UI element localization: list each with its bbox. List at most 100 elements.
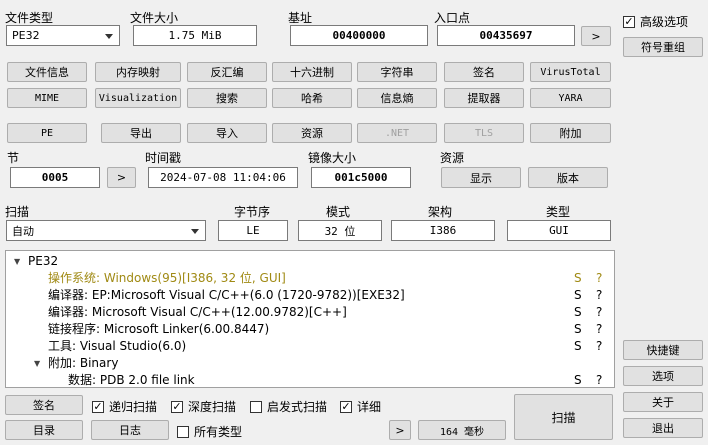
exit-button[interactable]: 退出 (623, 418, 703, 438)
recursive-scan-check-icon: ✓ (92, 399, 104, 413)
elapsed-time-button[interactable]: 164 毫秒 (418, 420, 506, 440)
type-field[interactable]: GUI (507, 220, 611, 241)
deep-scan-label: 深度扫描 (188, 400, 237, 414)
mode-label: 模式 (326, 205, 351, 219)
resources-label: 资源 (440, 151, 465, 165)
directory-button[interactable]: 目录 (5, 420, 83, 440)
scan-button[interactable]: 扫描 (514, 394, 613, 440)
hash-button[interactable]: 哈希 (272, 88, 352, 108)
all-types-checkbox[interactable]: 所有类型 (177, 423, 242, 440)
pe-button[interactable]: PE (7, 123, 87, 143)
type-label: 类型 (546, 205, 571, 219)
endianness-label: 字节序 (234, 205, 271, 219)
yara-button[interactable]: YARA (530, 88, 611, 108)
verbose-checkbox[interactable]: ✓ 详细 (340, 398, 381, 415)
tree-row[interactable]: 数据: PDB 2.0 file link S? (6, 372, 614, 387)
file-type-label: 文件类型 (5, 11, 54, 25)
tree-row[interactable]: 编译器: EP:Microsoft Visual C/C++(6.0 (1720… (6, 287, 614, 304)
tree-row-text: 工具: Visual Studio(6.0) (48, 339, 187, 353)
advanced-options-label: 高级选项 (640, 15, 689, 29)
export-button[interactable]: 导出 (101, 123, 181, 143)
file-size-label: 文件大小 (130, 11, 179, 25)
section-next-button[interactable]: > (107, 167, 136, 188)
options-button[interactable]: 选项 (623, 366, 703, 386)
signature-info-link[interactable]: S (574, 321, 582, 338)
timestamp-label: 时间戳 (145, 151, 182, 165)
section-label: 节 (7, 151, 20, 165)
chevron-down-icon (191, 228, 199, 234)
virustotal-button[interactable]: VirusTotal (530, 62, 611, 82)
expand-arrow-icon[interactable]: ▼ (34, 355, 40, 372)
version-button[interactable]: 版本 (528, 167, 608, 188)
tree-row-text: PE32 (28, 254, 59, 268)
symbols-button[interactable]: 符号重组 (623, 37, 703, 57)
search-button[interactable]: 搜索 (187, 88, 267, 108)
heuristic-scan-label: 启发式扫描 (267, 400, 328, 414)
file-size-field[interactable]: 1.75 MiB (133, 25, 257, 46)
show-resources-button[interactable]: 显示 (441, 167, 521, 188)
signature-info-link[interactable]: S (574, 287, 582, 304)
tree-row-text: 操作系统: Windows(95)[I386, 32 位, GUI] (48, 271, 286, 285)
advanced-options-check-icon: ✓ (623, 14, 635, 28)
disasm-button[interactable]: 反汇编 (187, 62, 267, 82)
entry-point-next-button[interactable]: > (581, 26, 611, 46)
tree-row[interactable]: 操作系统: Windows(95)[I386, 32 位, GUI] S? (6, 270, 614, 287)
dotnet-button[interactable]: .NET (357, 123, 437, 143)
file-type-select[interactable]: PE32 (6, 25, 120, 46)
recursive-scan-checkbox[interactable]: ✓ 递归扫描 (92, 398, 157, 415)
chevron-down-icon (105, 33, 113, 39)
timestamp-field[interactable]: 2024-07-08 11:04:06 (148, 167, 298, 188)
tls-button[interactable]: TLS (444, 123, 524, 143)
extractor-button[interactable]: 提取器 (444, 88, 524, 108)
file-info-button[interactable]: 文件信息 (7, 62, 87, 82)
tree-row[interactable]: 链接程序: Microsoft Linker(6.00.8447) S? (6, 321, 614, 338)
scan-mode-select[interactable]: 自动 (6, 220, 206, 241)
all-types-check-icon (177, 425, 189, 438)
entropy-button[interactable]: 信息熵 (357, 88, 437, 108)
arch-field[interactable]: I386 (391, 220, 495, 241)
tree-scrollbar[interactable] (602, 251, 614, 387)
tree-row[interactable]: ▼ PE32 (6, 253, 614, 270)
tree-row-text: 附加: Binary (48, 356, 119, 370)
advanced-options-checkbox[interactable]: ✓ 高级选项 (623, 13, 688, 30)
heuristic-scan-checkbox[interactable]: 启发式扫描 (250, 398, 327, 415)
import-button[interactable]: 导入 (187, 123, 267, 143)
overlay-button[interactable]: 附加 (530, 123, 611, 143)
entry-point-field[interactable]: 00435697 (437, 25, 575, 46)
arch-label: 架构 (428, 205, 453, 219)
log-button[interactable]: 日志 (91, 420, 169, 440)
mime-button[interactable]: MIME (7, 88, 87, 108)
time-next-button[interactable]: > (389, 420, 411, 440)
signature-info-link[interactable]: S (574, 270, 582, 287)
expand-arrow-icon[interactable]: ▼ (14, 253, 20, 270)
tree-row[interactable]: 工具: Visual Studio(6.0) S? (6, 338, 614, 355)
tree-row[interactable]: 编译器: Microsoft Visual C/C++(12.00.9782)[… (6, 304, 614, 321)
tree-row-text: 编译器: EP:Microsoft Visual C/C++(6.0 (1720… (48, 288, 405, 302)
shortcuts-button[interactable]: 快捷键 (623, 340, 703, 360)
base-address-label: 基址 (288, 11, 313, 25)
signature-info-link[interactable]: S (574, 372, 582, 387)
section-field[interactable]: 0005 (10, 167, 100, 188)
result-tree[interactable]: ▼ PE32 操作系统: Windows(95)[I386, 32 位, GUI] S… (5, 250, 615, 388)
signature-info-link[interactable]: S (574, 304, 582, 321)
all-types-label: 所有类型 (194, 425, 243, 439)
strings-button[interactable]: 字符串 (357, 62, 437, 82)
tree-row[interactable]: ▼ 附加: Binary (6, 355, 614, 372)
signature-info-link[interactable]: S (574, 338, 582, 355)
about-button[interactable]: 关于 (623, 392, 703, 412)
mode-field[interactable]: 32 位 (298, 220, 382, 241)
deep-scan-checkbox[interactable]: ✓ 深度扫描 (171, 398, 236, 415)
signatures-button[interactable]: 签名 (444, 62, 524, 82)
tree-row-text: 数据: PDB 2.0 file link (68, 373, 195, 387)
endianness-field[interactable]: LE (218, 220, 288, 241)
scan-label: 扫描 (5, 205, 30, 219)
image-size-field[interactable]: 001c5000 (311, 167, 411, 188)
resources-button[interactable]: 资源 (272, 123, 352, 143)
visualization-button[interactable]: Visualization (95, 88, 181, 108)
scan-mode-value: 自动 (12, 224, 34, 238)
tree-row-text: 链接程序: Microsoft Linker(6.00.8447) (48, 322, 270, 336)
hex-button[interactable]: 十六进制 (272, 62, 352, 82)
base-address-field[interactable]: 00400000 (290, 25, 428, 46)
memory-map-button[interactable]: 内存映射 (95, 62, 181, 82)
signature-button[interactable]: 签名 (5, 395, 83, 415)
